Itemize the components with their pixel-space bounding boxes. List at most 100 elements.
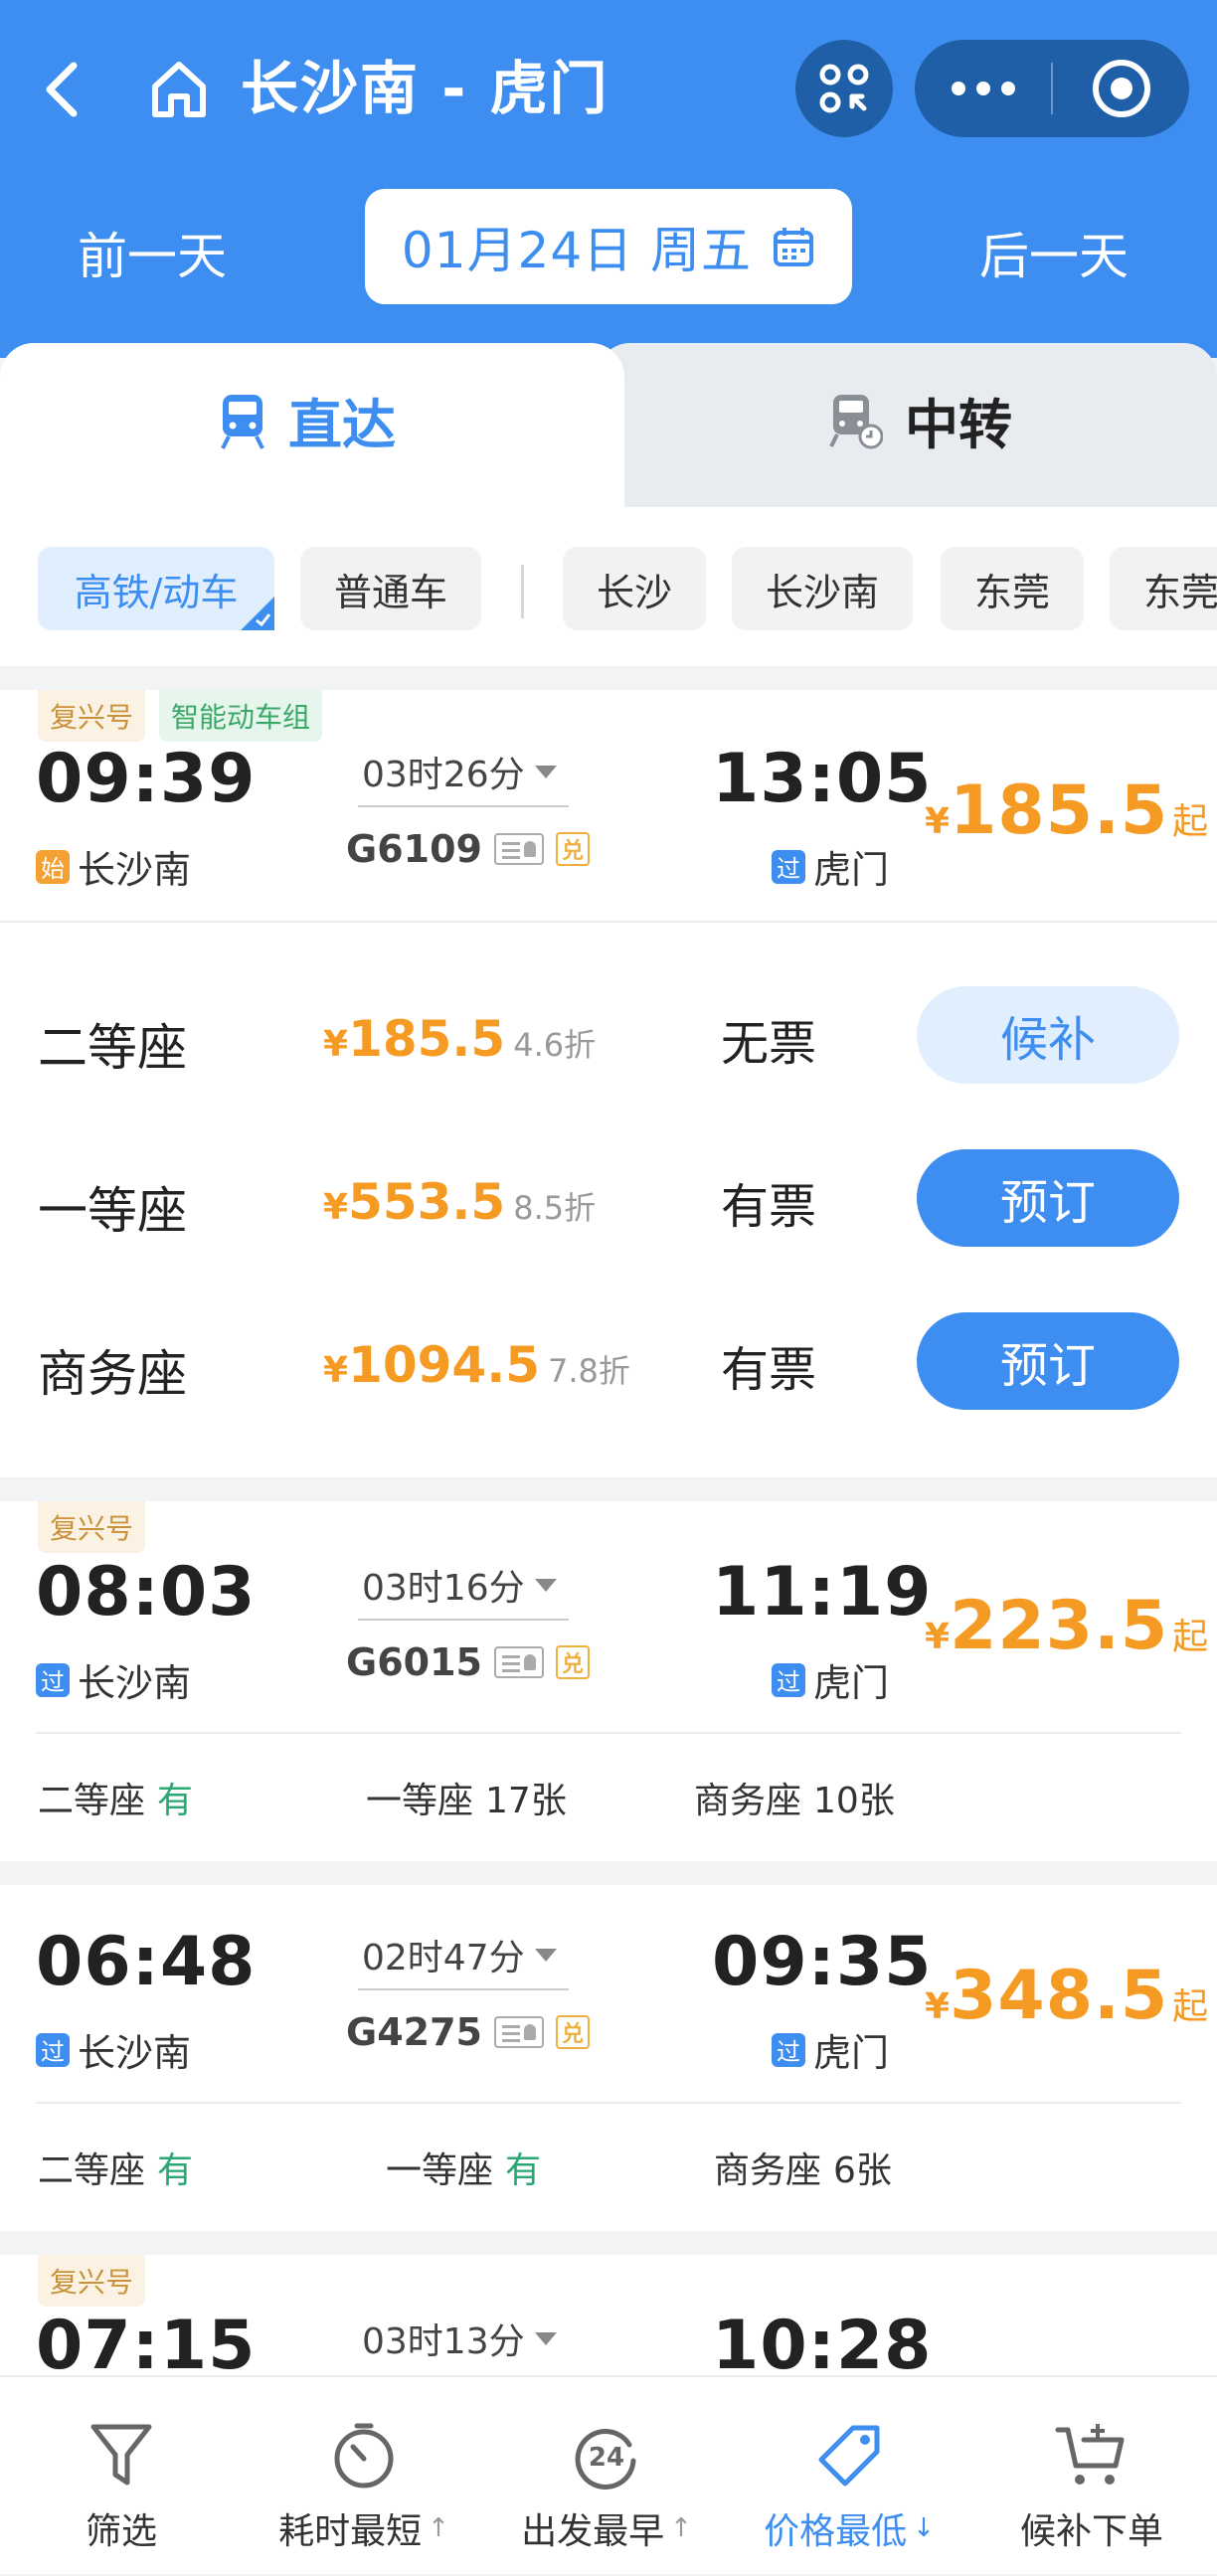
seat-price-value: 553.5: [348, 1173, 506, 1231]
filter-chip-high-speed[interactable]: 高铁/动车: [38, 547, 274, 630]
seat-count: 17张: [485, 1781, 567, 1821]
toolbar-label: 筛选: [85, 2511, 157, 2552]
currency-symbol: ¥: [925, 801, 951, 842]
filter-chip-station-changsha[interactable]: 长沙: [563, 547, 706, 630]
caret-down-icon: [534, 765, 557, 778]
filter-chip-station-dongguan[interactable]: 东莞: [941, 547, 1084, 630]
duration[interactable]: 03时16分: [362, 1559, 557, 1611]
seat-class-name: 二等座: [38, 1019, 187, 1077]
target-circle-icon: [1092, 60, 1150, 117]
station-name: 长沙南: [78, 848, 192, 892]
tab-transfer-label: 中转: [905, 394, 1012, 456]
toolbar-label: 耗时最短: [278, 2511, 423, 2552]
filter-chip-regular[interactable]: 普通车: [300, 547, 481, 630]
caret-down-icon: [534, 2331, 557, 2345]
departure-station: 始 长沙南: [36, 839, 191, 894]
sort-arrow-icon: ↑: [670, 2513, 692, 2543]
arrival-time: 10:28: [712, 2307, 933, 2375]
departure-station: 过 长沙南: [36, 2022, 191, 2077]
train-number-text: G4275: [346, 2010, 482, 2054]
seat-class-name: 商务座: [694, 1781, 802, 1821]
next-day-button[interactable]: 后一天: [979, 217, 1129, 288]
filter-chip-station-dongguan-2[interactable]: 东莞: [1110, 547, 1217, 630]
filter-button[interactable]: 筛选: [0, 2377, 243, 2576]
price-suffix: 起: [1172, 1986, 1209, 2027]
arrival-station: 过 虎门: [772, 2022, 889, 2077]
card-divider: [36, 1732, 1181, 1734]
duration[interactable]: 03时26分: [362, 746, 557, 797]
train-number-text: G6015: [346, 1640, 482, 1684]
waitlist-button[interactable]: 候补: [917, 986, 1179, 1084]
tab-transfer[interactable]: 中转: [597, 343, 1217, 507]
seat-class-name: 商务座: [38, 1345, 187, 1403]
date-picker[interactable]: 01月24日 周五: [365, 189, 852, 304]
departure-time: 06:48: [36, 1923, 257, 2001]
duration-text: 03时16分: [362, 1568, 525, 1609]
train-card[interactable]: 复兴号 07:15 03时13分 10:28: [0, 2255, 1217, 2375]
seat-price-value: 1094.5: [348, 1336, 541, 1394]
cart-plus-icon: [1055, 2424, 1125, 2485]
chevron-left-icon: [46, 62, 78, 117]
caret-down-icon: [534, 1948, 557, 1962]
fuxing-tag: 复兴号: [38, 1501, 146, 1553]
prev-day-button[interactable]: 前一天: [78, 217, 227, 288]
fuxing-tag: 复兴号: [38, 690, 146, 742]
price-tag-icon: [818, 2425, 880, 2487]
lowest-price: ¥ 348.5 起: [925, 1957, 1208, 2035]
pass-badge: 过: [772, 849, 805, 884]
sort-earliest-departure-button[interactable]: 24 出发最早 ↑: [485, 2377, 728, 2576]
seat-discount: 7.8折: [548, 1352, 630, 1390]
smart-emu-tag: 智能动车组: [159, 690, 323, 742]
sort-toolbar: 筛选 耗时最短 ↑ 24 出发最早 ↑ 价格最低 ↓ 候补下单: [0, 2375, 1217, 2574]
pass-badge: 过: [772, 1662, 805, 1697]
arrival-time: 13:05: [712, 740, 933, 818]
duration[interactable]: 03时13分: [362, 2313, 557, 2364]
book-button[interactable]: 预订: [917, 1312, 1179, 1410]
points-redeem-icon: 兑: [555, 1645, 590, 1679]
arrival-station: 过 虎门: [772, 839, 889, 894]
mini-program-capsule: [915, 40, 1189, 137]
filter-chip-bar: 高铁/动车 普通车 长沙 长沙南 东莞 东莞: [0, 507, 1217, 666]
page-title: 长沙南 - 虎门: [241, 55, 609, 122]
train-number: G4275 兑: [346, 2010, 590, 2054]
departure-time: 08:03: [36, 1553, 257, 1631]
waitlist-order-button[interactable]: 候补下单: [970, 2377, 1213, 2576]
departure-time: 07:15: [36, 2307, 257, 2375]
pass-badge: 过: [36, 1662, 70, 1697]
filter-chip-label: 高铁/动车: [74, 570, 239, 614]
more-button[interactable]: [915, 40, 1051, 137]
clock-24-icon: 24: [575, 2429, 636, 2490]
more-dots-icon: [951, 82, 1015, 95]
station-name: 长沙南: [78, 2031, 192, 2075]
seat-count: 有: [505, 2150, 542, 2191]
seat-availability: 有票: [721, 1342, 817, 1398]
sort-shortest-duration-button[interactable]: 耗时最短 ↑: [243, 2377, 485, 2576]
station-name: 虎门: [813, 2031, 890, 2075]
header-bar: 长沙南 - 虎门 前一天 01月24日 周五 后一天: [0, 0, 1217, 358]
route-line: [358, 1619, 569, 1621]
seat-count: 有: [157, 2150, 194, 2191]
train-card-expanded[interactable]: 复兴号 智能动车组 09:39 始 长沙南 03时26分 G6109 兑 13:…: [0, 690, 1217, 1477]
points-redeem-icon: 兑: [555, 2015, 590, 2049]
sort-arrow-icon: ↓: [913, 2513, 935, 2543]
train-card[interactable]: 复兴号 08:03 过 长沙南 03时16分 G6015 兑 11:19 过 虎…: [0, 1501, 1217, 1861]
close-miniprogram-button[interactable]: [1053, 40, 1189, 137]
filter-chip-station-changshanan[interactable]: 长沙南: [732, 547, 913, 630]
train-card[interactable]: 06:48 过 长沙南 02时47分 G4275 兑 09:35 过 虎门 ¥ …: [0, 1885, 1217, 2231]
price-suffix: 起: [1172, 1617, 1209, 1657]
tab-direct-label: 直达: [288, 394, 396, 456]
home-button[interactable]: [139, 46, 219, 131]
seat-price-value: 185.5: [348, 1010, 506, 1068]
id-card-icon: [493, 2016, 544, 2048]
duration[interactable]: 02时47分: [362, 1929, 557, 1980]
book-button[interactable]: 预订: [917, 1149, 1179, 1247]
sort-lowest-price-button[interactable]: 价格最低 ↓: [728, 2377, 970, 2576]
train-number: G6109 兑: [346, 827, 590, 871]
back-button[interactable]: [22, 50, 101, 129]
seat-summary: 商务座 6张: [714, 2142, 892, 2193]
tab-direct[interactable]: 直达: [0, 343, 624, 507]
seat-summary: 一等座有: [386, 2142, 541, 2193]
seat-availability: 有票: [721, 1179, 817, 1235]
train-number-text: G6109: [346, 827, 482, 871]
scan-button[interactable]: [795, 40, 893, 137]
